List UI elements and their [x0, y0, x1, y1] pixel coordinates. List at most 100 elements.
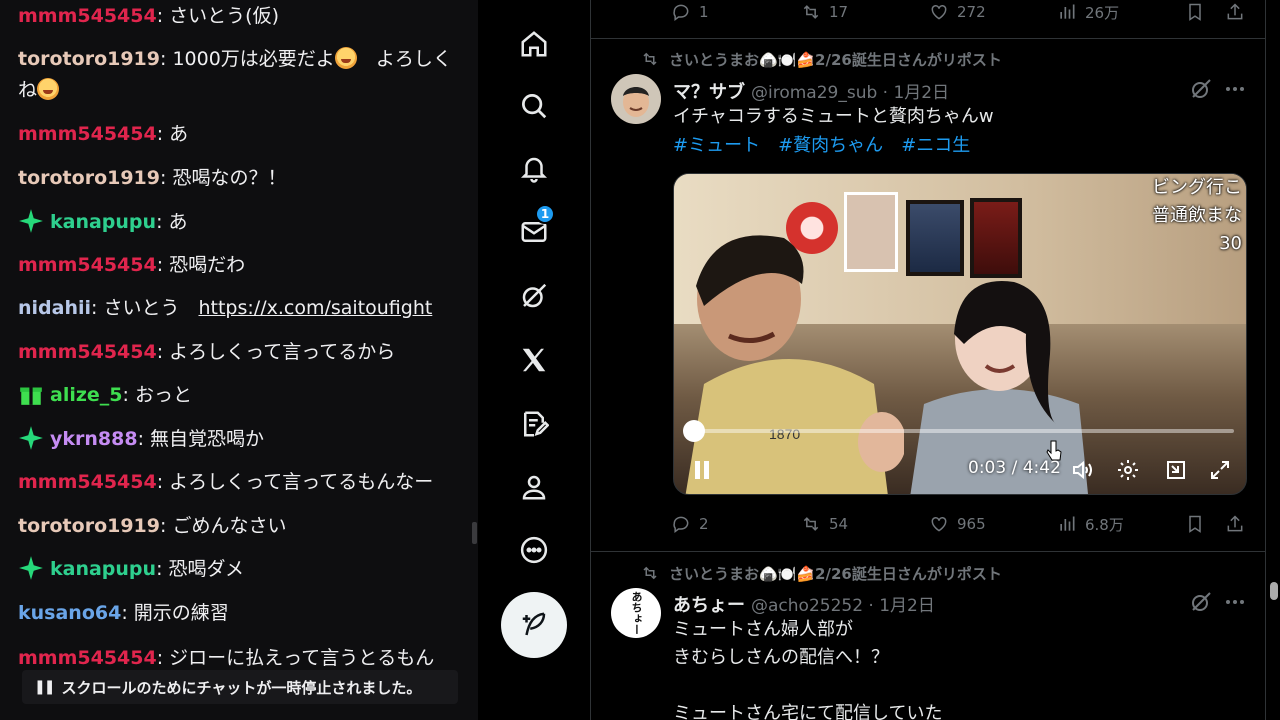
- chat-message-text: よろしくって言ってるもんなー: [169, 471, 434, 493]
- chat-username[interactable]: mmm545454: [18, 254, 157, 276]
- nav-premium[interactable]: [514, 340, 554, 380]
- avatar[interactable]: あちょー: [611, 588, 661, 638]
- chat-message-text: ごめんなさい: [172, 515, 287, 537]
- display-name[interactable]: マ？サブ: [673, 78, 745, 104]
- chat-link[interactable]: https://x.com/saitoufight: [198, 297, 432, 319]
- chat-username[interactable]: mmm545454: [18, 341, 157, 363]
- video-scrubber-handle[interactable]: [683, 420, 705, 442]
- fullscreen-icon: [1211, 461, 1229, 479]
- chat-username[interactable]: kanapupu: [50, 211, 156, 233]
- chat-message-text: ジローに払えって言うとるもん: [169, 647, 435, 669]
- nav-explore[interactable]: [514, 86, 554, 126]
- chat-message-text: 恐喝だわ: [169, 254, 246, 276]
- bookmark-button[interactable]: [1185, 509, 1205, 539]
- like-button[interactable]: 965: [929, 509, 986, 539]
- chat-username[interactable]: kanapupu: [50, 558, 156, 580]
- grok-icon: [522, 283, 547, 308]
- chat-message: torotoro1919: 1000万は必要だよ よろしくね: [18, 44, 463, 106]
- sparkle-icon[interactable]: [18, 208, 44, 234]
- chat-message: mmm545454: 恐喝だわ: [18, 250, 463, 281]
- bookmark-button[interactable]: [1185, 0, 1205, 27]
- views-button[interactable]: 6.8万: [1057, 509, 1124, 539]
- bookmark-icon: [1189, 515, 1201, 533]
- chat-panel: mmm545454: さいとう(仮) torotoro1919: 1000万は必要…: [0, 0, 478, 720]
- views-button[interactable]: 26万: [1057, 0, 1119, 27]
- reply-button[interactable]: 2: [671, 509, 709, 539]
- chat-message: nidahii: さいとう https://x.com/saitoufight: [18, 293, 463, 324]
- chat-username[interactable]: torotoro1919: [18, 515, 160, 537]
- chat-username[interactable]: ykrn888: [50, 428, 138, 450]
- share-button[interactable]: [1225, 0, 1245, 27]
- nav-home[interactable]: [514, 24, 554, 64]
- search-icon: [522, 94, 547, 119]
- fullscreen-button[interactable]: [1206, 456, 1234, 484]
- video-player[interactable]: 1870 ビング行こ 普通飲まな 30 0:03 / 4:42: [673, 173, 1247, 495]
- chat-paused-notice[interactable]: ❚❚ スクロールのためにチャットが一時停止されました。: [22, 670, 458, 704]
- handle-and-date[interactable]: @iroma29_sub · 1月2日: [751, 78, 949, 103]
- share-icon: [1227, 515, 1243, 532]
- volume-button[interactable]: [1068, 456, 1096, 484]
- reply-icon: [673, 516, 689, 533]
- share-icon: [1227, 3, 1243, 20]
- gift-icon[interactable]: [18, 381, 44, 407]
- like-button[interactable]: 272: [929, 0, 986, 27]
- video-progress-bar[interactable]: [683, 420, 1234, 442]
- repost-count: 54: [829, 515, 849, 533]
- grok-icon[interactable]: [1189, 77, 1213, 101]
- chat-username[interactable]: mmm545454: [18, 471, 157, 493]
- hashtag-link[interactable]: #ミュート: [673, 131, 760, 157]
- repost-button[interactable]: 54: [801, 509, 848, 539]
- grok-icon[interactable]: [1189, 590, 1213, 614]
- more-icon: [520, 536, 548, 564]
- repost-button[interactable]: 17: [801, 0, 848, 27]
- chat-scrollbar[interactable]: [472, 522, 477, 544]
- more-options-icon[interactable]: [1223, 77, 1247, 101]
- chat-message: kanapupu: 恐喝ダメ: [18, 554, 463, 585]
- x-logo-icon: [522, 348, 546, 372]
- profile-icon: [522, 475, 546, 500]
- nav-lists[interactable]: [514, 404, 554, 444]
- pip-button[interactable]: [1162, 456, 1190, 484]
- views-count: 26万: [1085, 3, 1120, 22]
- repost-icon: [803, 5, 819, 19]
- repost-by-text: さいとうまお🍙🍽️🍰2/26誕生日さんがリポスト: [669, 564, 1002, 583]
- chat-message-text: さいとう(仮): [169, 5, 279, 27]
- chat-message-text: 恐喝なの？！: [172, 167, 287, 189]
- chat-message-text: 無自覚恐喝か: [150, 428, 265, 450]
- avatar[interactable]: [611, 74, 661, 124]
- chat-username[interactable]: kusano64: [18, 602, 121, 624]
- nav-grok[interactable]: [514, 276, 554, 316]
- pleading-face-emoji-icon: [334, 47, 357, 69]
- sparkle-icon[interactable]: [18, 425, 44, 451]
- chat-username[interactable]: mmm545454: [18, 123, 157, 145]
- share-button[interactable]: [1225, 509, 1245, 539]
- hashtag-link[interactable]: #ニコ生: [901, 131, 970, 157]
- handle-and-date[interactable]: @acho25252 · 1月2日: [751, 591, 935, 616]
- chat-username[interactable]: mmm545454: [18, 647, 157, 669]
- chat-message: ykrn888: 無自覚恐喝か: [18, 424, 463, 455]
- nav-profile[interactable]: [514, 467, 554, 507]
- chat-username[interactable]: torotoro1919: [18, 48, 160, 70]
- chat-message: kanapupu: あ: [18, 207, 463, 238]
- chat-message-text: おっと: [134, 384, 192, 406]
- settings-button[interactable]: [1114, 456, 1142, 484]
- nav-notifications[interactable]: [514, 149, 554, 189]
- compose-post-button[interactable]: [501, 592, 567, 658]
- reply-button[interactable]: 1: [671, 0, 709, 27]
- chat-username[interactable]: nidahii: [18, 297, 91, 319]
- pause-button[interactable]: [688, 456, 716, 484]
- lists-icon: [524, 411, 549, 437]
- chat-message: alize_5: おっと: [18, 380, 463, 411]
- more-options-icon[interactable]: [1223, 590, 1247, 614]
- sparkle-icon[interactable]: [18, 555, 44, 581]
- chat-username[interactable]: torotoro1919: [18, 167, 160, 189]
- nav-more[interactable]: [514, 530, 554, 570]
- hashtag-link[interactable]: #贅肉ちゃん: [778, 131, 883, 157]
- chat-username[interactable]: mmm545454: [18, 5, 157, 27]
- chat-username[interactable]: alize_5: [50, 384, 123, 406]
- page-scrollbar[interactable]: [1270, 582, 1278, 600]
- nav-messages[interactable]: 1: [514, 204, 555, 252]
- repost-by-text: さいとうまお🍙🍽️🍰2/26誕生日さんがリポスト: [669, 50, 1002, 69]
- tweet-text-line: ミュートさん婦人部が: [673, 619, 853, 640]
- display-name[interactable]: あちょー: [673, 591, 745, 617]
